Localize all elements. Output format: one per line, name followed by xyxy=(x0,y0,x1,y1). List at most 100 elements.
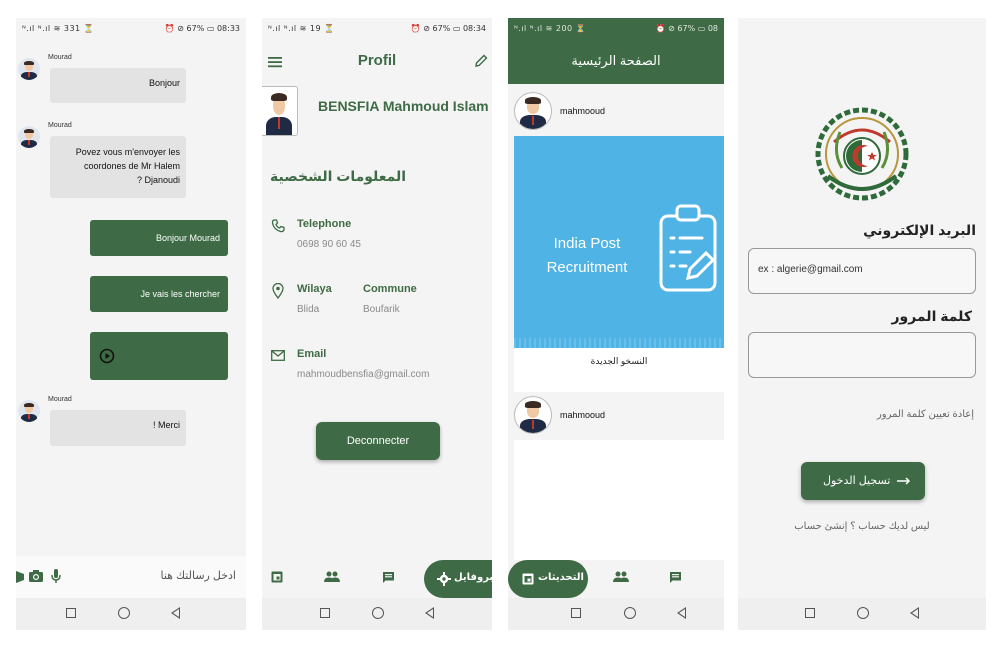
commune-value: Boufarik xyxy=(363,304,400,315)
telephone-value: 0698 90 60 45 xyxy=(297,239,361,250)
commune-label: Commune xyxy=(363,283,417,295)
wilaya-label: Wilaya xyxy=(297,283,332,295)
profile-avatar xyxy=(262,86,298,136)
forgot-password-link[interactable]: إعادة تعيين كلمة المرور xyxy=(877,409,974,420)
wilaya-value: Blida xyxy=(297,304,320,315)
edit-icon[interactable] xyxy=(474,54,488,68)
nav-item-updates[interactable]: التحديثات xyxy=(508,560,588,598)
status-bar: ᴺ.ıl ᴺ.ıl ≋ 19 ⏳ ⏰ ⊘ 67% ▭ 08:34 xyxy=(262,18,492,38)
email-label: Email xyxy=(297,348,327,360)
section-title: المعلومات الشخصية xyxy=(270,168,407,184)
email-field[interactable]: ex : algerie@gmail.com xyxy=(748,248,976,294)
people-icon[interactable] xyxy=(324,571,340,582)
home-button[interactable] xyxy=(624,607,636,619)
login-button[interactable]: تسجيل الدخول xyxy=(801,462,925,500)
password-field[interactable] xyxy=(748,332,976,378)
microphone-icon[interactable] xyxy=(51,568,61,584)
avatar xyxy=(18,58,40,80)
message-input[interactable]: ادخل رسالتك هنا xyxy=(161,569,237,582)
post-image-line: Recruitment xyxy=(546,259,628,276)
home-button[interactable] xyxy=(857,607,869,619)
message-text: Bonjour xyxy=(148,78,180,88)
nav-item-profile[interactable]: البروفايل xyxy=(424,560,492,598)
outgoing-message[interactable]: Je vais les chercher xyxy=(90,276,228,312)
post-username[interactable]: mahmooud xyxy=(560,410,605,420)
camera-icon[interactable] xyxy=(28,569,44,583)
play-icon[interactable] xyxy=(99,348,115,364)
telephone-label: Telephone xyxy=(297,218,352,230)
calendar-icon xyxy=(522,573,534,585)
send-icon[interactable] xyxy=(16,570,24,584)
recents-button[interactable] xyxy=(66,608,76,618)
post-avatar xyxy=(514,396,552,434)
post-footer: النسخو الجديدة xyxy=(514,348,724,392)
post-username[interactable]: mahmooud xyxy=(560,106,605,116)
post-image-line: India Post xyxy=(553,235,621,252)
signup-link[interactable]: ليس لديك حساب ؟ إنشئ حساب xyxy=(738,521,986,532)
chat-icon[interactable] xyxy=(382,571,395,584)
post-avatar xyxy=(514,92,552,130)
system-navbar xyxy=(16,598,246,630)
login-button-label: تسجيل الدخول xyxy=(823,475,891,487)
post-image[interactable]: India Post Recruitment xyxy=(514,136,724,348)
page-title: Profil xyxy=(357,52,397,69)
header-bar: ᴺ.ıl ᴺ.ıl ≋ 200 ⏳ ⏰ ⊘ 67% ▭ 08 الصفحة ال… xyxy=(508,18,724,84)
nav-item-profile-label: البروفايل xyxy=(454,572,492,583)
system-navbar xyxy=(738,598,986,630)
back-button[interactable] xyxy=(677,607,686,619)
avatar xyxy=(18,126,40,148)
home-button[interactable] xyxy=(118,607,130,619)
post-card[interactable] xyxy=(514,440,724,560)
people-icon[interactable] xyxy=(613,571,629,582)
location-icon xyxy=(272,283,284,299)
home-feed-screen: ᴺ.ıl ᴺ.ıl ≋ 200 ⏳ ⏰ ⊘ 67% ▭ 08 الصفحة ال… xyxy=(508,18,724,630)
message-sender: Mourad xyxy=(48,396,72,403)
email-label: البريد الإلكتروني xyxy=(863,222,976,238)
recents-button[interactable] xyxy=(320,608,330,618)
message-text-line: coordones de Mr Halem xyxy=(83,161,180,171)
system-navbar xyxy=(508,598,724,630)
status-left: ᴺ.ıl ᴺ.ıl ≋ 331 ⏳ xyxy=(22,24,95,33)
post-image-text: India Post Recruitment xyxy=(546,232,628,280)
message-sender: Mourad xyxy=(48,54,72,61)
back-button[interactable] xyxy=(171,607,180,619)
message-composer: ادخل رسالتك هنا xyxy=(16,556,246,598)
status-bar: ᴺ.ıl ᴺ.ıl ≋ 200 ⏳ ⏰ ⊘ 67% ▭ 08 xyxy=(508,18,724,38)
post-caption: النسخو الجديدة xyxy=(590,356,648,366)
avatar xyxy=(18,400,40,422)
back-button[interactable] xyxy=(910,607,919,619)
status-right: ⏰ ⊘ 67% ▭ 08:34 xyxy=(410,24,486,33)
phone-icon xyxy=(271,219,285,233)
clipboard-icon xyxy=(659,204,717,292)
calendar-icon[interactable] xyxy=(271,570,283,583)
status-left: ᴺ.ıl ᴺ.ıl ≋ 19 ⏳ xyxy=(268,24,335,33)
incoming-message[interactable]: Povez vous m'envoyer les coordones de Mr… xyxy=(50,136,186,198)
email-placeholder: ex : algerie@gmail.com xyxy=(758,264,863,275)
status-right: ⏰ ⊘ 67% ▭ 08 xyxy=(655,24,718,33)
home-button[interactable] xyxy=(372,607,384,619)
message-text: Je vais les chercher xyxy=(140,289,220,299)
recents-button[interactable] xyxy=(571,608,581,618)
login-screen: البريد الإلكتروني ex : algerie@gmail.com… xyxy=(738,18,986,630)
page-title: الصفحة الرئيسية xyxy=(571,53,661,68)
back-button[interactable] xyxy=(425,607,434,619)
incoming-message[interactable]: ! Merci xyxy=(50,410,186,446)
message-text-line: Povez vous m'envoyer les xyxy=(75,147,180,157)
chat-screen: ᴺ.ıl ᴺ.ıl ≋ 331 ⏳ ⏰ ⊘ 67% ▭ 08:33 Mourad… xyxy=(16,18,246,630)
gear-icon xyxy=(437,572,451,586)
arrow-right-icon xyxy=(897,477,911,485)
profile-name: BENSFIA Mahmoud Islam xyxy=(318,98,489,114)
outgoing-audio-message[interactable] xyxy=(90,332,228,380)
chat-icon[interactable] xyxy=(669,571,682,584)
logout-button[interactable]: Deconnecter xyxy=(316,422,440,460)
recents-button[interactable] xyxy=(805,608,815,618)
app-logo xyxy=(810,102,914,206)
nav-item-updates-label: التحديثات xyxy=(538,572,584,583)
message-text: Bonjour Mourad xyxy=(155,233,220,243)
status-right: ⏰ ⊘ 67% ▭ 08:33 xyxy=(164,24,240,33)
outgoing-message[interactable]: Bonjour Mourad xyxy=(90,220,228,256)
status-left: ᴺ.ıl ᴺ.ıl ≋ 200 ⏳ xyxy=(514,24,587,33)
message-text: ! Merci xyxy=(153,420,180,430)
logout-label: Deconnecter xyxy=(346,435,410,447)
incoming-message[interactable]: Bonjour xyxy=(50,68,186,103)
